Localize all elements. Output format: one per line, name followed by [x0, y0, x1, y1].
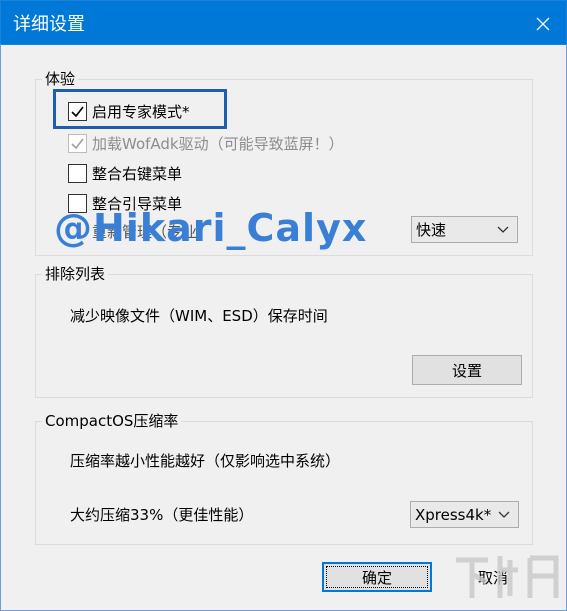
wofadk-checkbox-row: 加载WofAdk驱动（可能导致蓝屏！）: [68, 132, 344, 154]
watermark-text: @Hikari_Calyx: [54, 206, 368, 250]
title-bar: 详细设置: [0, 0, 567, 45]
algorithm-select-value: Xpress4k*: [415, 505, 492, 524]
algorithm-select[interactable]: Xpress4k*: [410, 501, 519, 528]
wofadk-checkbox: [68, 133, 87, 153]
ok-button[interactable]: 确定: [322, 562, 432, 592]
settings-button-label: 设置: [451, 361, 482, 380]
chevron-down-icon: [498, 511, 510, 518]
site-logo: [456, 555, 559, 598]
context-menu-checkbox-row[interactable]: 整合右键菜单: [68, 162, 182, 184]
close-button[interactable]: [520, 1, 566, 46]
speed-select-value: 快速: [416, 221, 447, 239]
checkmark-icon: [71, 138, 84, 149]
ok-button-label: 确定: [361, 568, 392, 587]
exclusion-description: 减少映像文件（WIM、ESD）保存时间: [70, 307, 328, 325]
wofadk-label: 加载WofAdk驱动（可能导致蓝屏！）: [92, 134, 344, 153]
expert-mode-highlight: [53, 89, 227, 129]
compression-ratio-text: 大约压缩33%（更佳性能）: [70, 506, 254, 524]
settings-button[interactable]: 设置: [412, 355, 522, 385]
context-menu-checkbox[interactable]: [68, 163, 87, 183]
chevron-down-icon: [497, 226, 509, 233]
compactos-hint: 压缩率越小性能越好（仅影响选中系统）: [70, 452, 341, 470]
context-menu-label: 整合右键菜单: [92, 164, 183, 183]
exclusion-legend: 排除列表: [42, 265, 109, 283]
compactos-legend: CompactOS压缩率: [42, 412, 182, 430]
experience-legend: 体验: [42, 70, 79, 88]
close-icon: [536, 17, 550, 30]
window-title: 详细设置: [13, 14, 85, 35]
speed-select[interactable]: 快速: [411, 216, 518, 243]
